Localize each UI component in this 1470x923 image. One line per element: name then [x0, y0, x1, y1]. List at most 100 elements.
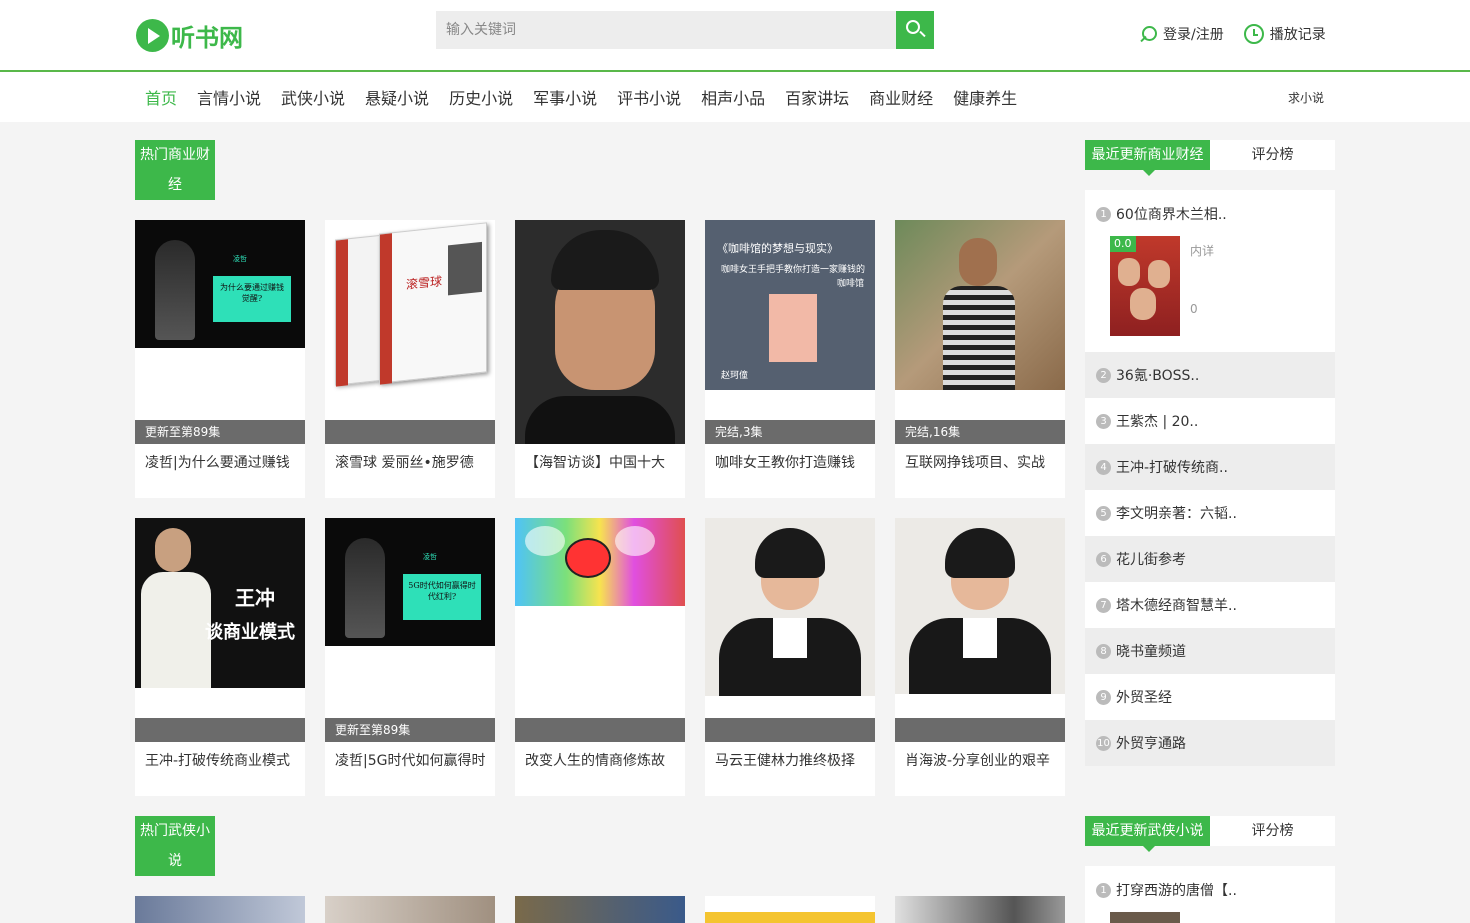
- book-title[interactable]: 凌哲|为什么要通过赚钱: [145, 452, 300, 472]
- book-title[interactable]: 王冲-打破传统商业模式: [145, 750, 300, 770]
- user-icon: [1139, 25, 1157, 43]
- nav-items: 首页 言情小说 武侠小说 悬疑小说 历史小说 军事小说 评书小说 相声小品 百家…: [135, 72, 1027, 122]
- nav-item-military[interactable]: 军事小说: [523, 85, 607, 109]
- book-cover: 王冲 谈商业模式: [135, 518, 305, 688]
- nav-item-lectures[interactable]: 百家讲坛: [775, 85, 859, 109]
- ranking-item[interactable]: 7 塔木德经商智慧羊..: [1085, 582, 1335, 628]
- book-title[interactable]: 滚雪球 爱丽丝•施罗德: [335, 452, 490, 472]
- book-card[interactable]: 肖海波-分享创业的艰辛: [895, 518, 1065, 796]
- ranking-tabs: 最近更新商业财经 评分榜: [1085, 140, 1335, 176]
- episode-status: [705, 718, 875, 742]
- search-input[interactable]: [436, 11, 896, 49]
- logo-text: 听书网: [171, 23, 243, 52]
- book-title[interactable]: 凌哲|5G时代如何赢得时: [335, 750, 490, 770]
- book-cover: [515, 220, 685, 444]
- book-cover: 滚雪球: [325, 220, 495, 420]
- tab-recent-updates[interactable]: 最近更新武侠小说: [1085, 816, 1210, 852]
- book-card[interactable]: 【海智访谈】中国十大: [515, 220, 685, 498]
- episode-status: [515, 718, 685, 742]
- book-card[interactable]: 完结,16集 互联网挣钱项目、实战: [895, 220, 1065, 498]
- book-card[interactable]: 5G时代如何赢得时代红利? 凌哲 更新至第89集 凌哲|5G时代如何赢得时: [325, 518, 495, 796]
- ranking-top-item[interactable]: 1 打穿西游的唐僧【..: [1096, 880, 1237, 900]
- history-label: 播放记录: [1269, 27, 1326, 43]
- book-card[interactable]: 马云王健林力推终极择: [705, 518, 875, 796]
- ranking-item[interactable]: 10 外贸亨通路: [1085, 720, 1335, 766]
- nav-item-health[interactable]: 健康养生: [943, 85, 1027, 109]
- ranking-item[interactable]: 6 花儿街参考: [1085, 536, 1335, 582]
- rank-title[interactable]: 60位商界木兰相..: [1116, 204, 1227, 224]
- search-bar: [436, 11, 934, 49]
- episode-status: 更新至第89集: [325, 718, 495, 742]
- book-card[interactable]: [705, 896, 875, 923]
- login-link[interactable]: 登录/注册: [1139, 24, 1224, 44]
- ranking-item[interactable]: 3 王紫杰 | 20..: [1085, 398, 1335, 444]
- main-nav: 首页 言情小说 武侠小说 悬疑小说 历史小说 军事小说 评书小说 相声小品 百家…: [0, 72, 1470, 122]
- site-logo[interactable]: 听书网: [136, 17, 243, 53]
- cover-text: 为什么要通过赚钱觉醒?: [213, 276, 291, 322]
- nav-item-mystery[interactable]: 悬疑小说: [355, 85, 439, 109]
- rank-number: 1: [1096, 206, 1111, 222]
- request-novel-link[interactable]: 求小说: [1288, 89, 1324, 106]
- book-card[interactable]: [515, 896, 685, 923]
- book-cover: 《咖啡馆的梦想与现实》 咖啡女王手把手教你打造一家赚钱的 咖啡馆 赵珂僮: [705, 220, 875, 390]
- book-title[interactable]: 咖啡女王教你打造赚钱: [715, 452, 870, 472]
- nav-item-history[interactable]: 历史小说: [439, 85, 523, 109]
- nav-item-romance[interactable]: 言情小说: [187, 85, 271, 109]
- book-card[interactable]: [325, 896, 495, 923]
- section-title-wuxia: 热门武侠小说: [135, 816, 215, 876]
- nav-item-storytelling[interactable]: 评书小说: [607, 85, 691, 109]
- search-button[interactable]: [896, 11, 934, 49]
- play-logo-icon: [136, 18, 169, 52]
- book-title[interactable]: 肖海波-分享创业的艰辛: [905, 750, 1060, 770]
- book-card[interactable]: 滚雪球 滚雪球 爱丽丝•施罗德: [325, 220, 495, 498]
- book-card[interactable]: 《咖啡馆的梦想与现实》 咖啡女王手把手教你打造一家赚钱的 咖啡馆 赵珂僮 完结,…: [705, 220, 875, 498]
- ranking-item[interactable]: 9 外贸圣经: [1085, 674, 1335, 720]
- episode-status: [895, 718, 1065, 742]
- ranking-item[interactable]: 4 王冲-打破传统商..: [1085, 444, 1335, 490]
- episode-status: 完结,3集: [705, 420, 875, 444]
- nav-item-home[interactable]: 首页: [135, 85, 187, 109]
- book-cover: [895, 518, 1065, 694]
- rating-score: 0.0: [1110, 236, 1136, 252]
- ranking-tabs: 最近更新武侠小说 评分榜: [1085, 816, 1335, 852]
- episode-status: 更新至第89集: [135, 420, 305, 444]
- tab-recent-updates[interactable]: 最近更新商业财经: [1085, 140, 1210, 176]
- nav-item-wuxia[interactable]: 武侠小说: [271, 85, 355, 109]
- ranking-list: 1 60位商界木兰相.. 0.0 内详 0 2 36氪·BOSS.. 3 王紫杰 |…: [1085, 190, 1335, 766]
- ranking-list: 1 打穿西游的唐僧【..: [1085, 866, 1335, 923]
- nav-item-business[interactable]: 商业财经: [859, 85, 943, 109]
- book-cover: 为什么要通过赚钱觉醒? 凌哲: [135, 220, 305, 348]
- book-card[interactable]: [895, 896, 1065, 923]
- book-card[interactable]: 改变人生的情商修炼故: [515, 518, 685, 796]
- rank-author: 内详: [1190, 244, 1215, 258]
- book-card[interactable]: 为什么要通过赚钱觉醒? 凌哲 更新至第89集 凌哲|为什么要通过赚钱: [135, 220, 305, 498]
- book-title[interactable]: 马云王健林力推终极择: [715, 750, 870, 770]
- ranking-top-item[interactable]: 1 60位商界木兰相.. 0.0 内详 0: [1085, 190, 1335, 352]
- tab-rating[interactable]: 评分榜: [1210, 140, 1335, 170]
- ranking-item[interactable]: 2 36氪·BOSS..: [1085, 352, 1335, 398]
- clock-icon: [1243, 24, 1264, 44]
- book-cover: [705, 518, 875, 696]
- book-cover: 5G时代如何赢得时代红利? 凌哲: [325, 518, 495, 646]
- book-cover: [515, 518, 685, 606]
- history-link[interactable]: 播放记录: [1243, 24, 1326, 44]
- book-title[interactable]: 改变人生的情商修炼故: [525, 750, 680, 770]
- ranking-item[interactable]: 8 晓书童频道: [1085, 628, 1335, 674]
- nav-item-comedy[interactable]: 相声小品: [691, 85, 775, 109]
- ranking-item[interactable]: 5 李文明亲著：六韬..: [1085, 490, 1335, 536]
- episode-status: [325, 420, 495, 444]
- tab-rating[interactable]: 评分榜: [1210, 816, 1335, 846]
- site-header: 听书网 登录/注册 播放记录: [0, 0, 1470, 72]
- episode-status: [135, 718, 305, 742]
- book-card[interactable]: 王冲 谈商业模式 王冲-打破传统商业模式: [135, 518, 305, 796]
- book-title[interactable]: 【海智访谈】中国十大: [525, 452, 680, 472]
- book-cover: [895, 220, 1065, 390]
- book-title[interactable]: 互联网挣钱项目、实战: [905, 452, 1060, 472]
- book-card[interactable]: [135, 896, 305, 923]
- episode-status: 完结,16集: [895, 420, 1065, 444]
- rank-thumbnail[interactable]: 0.0: [1110, 236, 1180, 336]
- login-label: 登录/注册: [1163, 27, 1224, 43]
- section-title-business: 热门商业财经: [135, 140, 215, 200]
- search-icon: [906, 20, 920, 34]
- rank-count: 0: [1190, 302, 1198, 316]
